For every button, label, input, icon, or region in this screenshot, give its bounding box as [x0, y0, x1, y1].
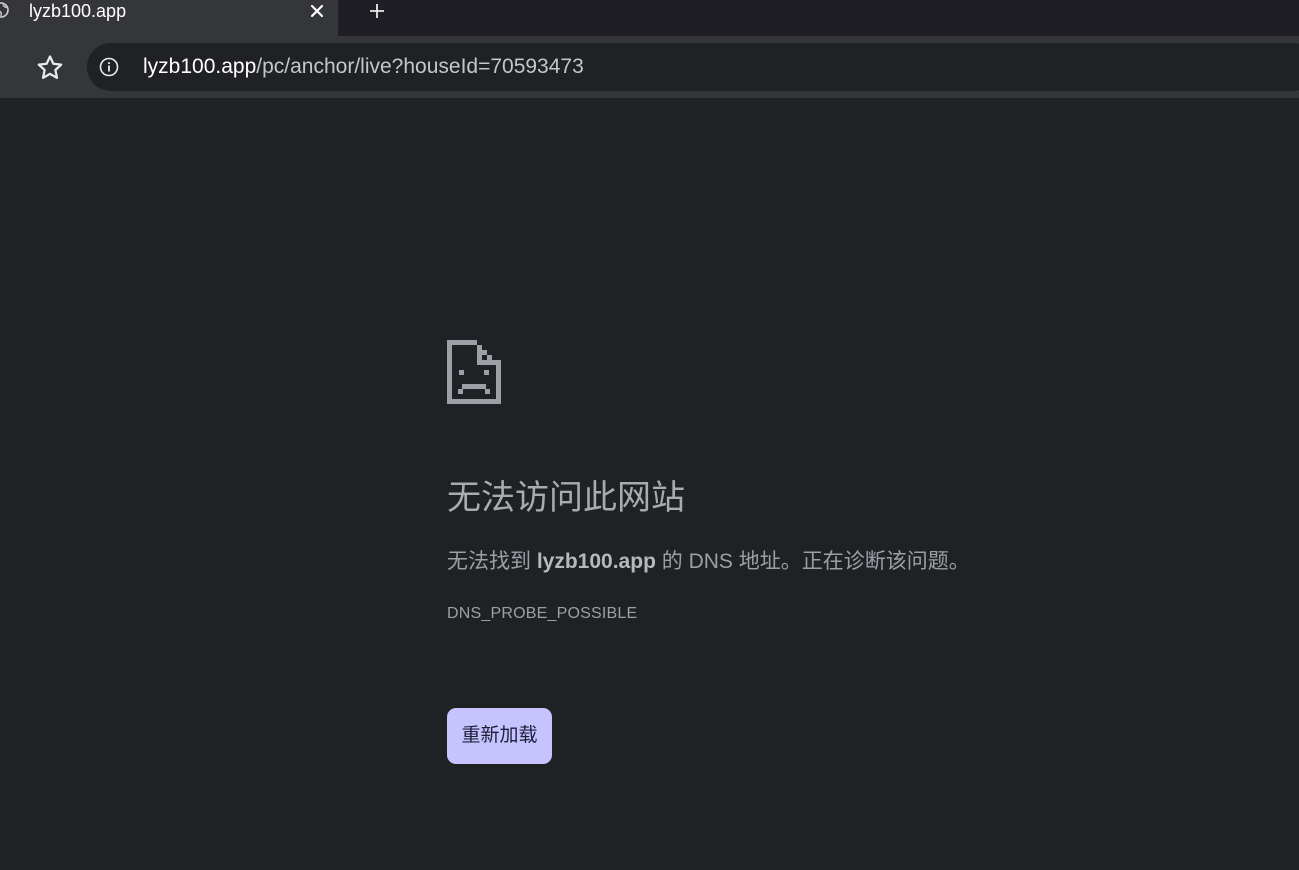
error-desc-suffix: 的 DNS 地址。正在诊断该问题。 [655, 550, 970, 573]
sad-page-icon [447, 340, 501, 404]
active-tab[interactable]: lyzb100.app [0, 0, 338, 36]
reload-button[interactable]: 重新加载 [447, 708, 552, 764]
url-path: /pc/anchor/live?houseId=70593473 [256, 55, 584, 78]
url-host: lyzb100.app [143, 55, 257, 78]
tab-close-icon[interactable] [306, 0, 328, 22]
globe-icon [0, 2, 9, 18]
error-code: DNS_PROBE_POSSIBLE [447, 605, 638, 622]
toolbar: lyzb100.app/pc/anchor/live?houseId=70593… [0, 36, 1299, 98]
site-info-icon[interactable] [97, 55, 121, 79]
error-desc-host: lyzb100.app [536, 550, 656, 573]
tab-strip: lyzb100.app [0, 0, 1299, 36]
error-desc-prefix: 无法找到 [447, 550, 537, 573]
error-title: 无法访问此网站 [447, 479, 685, 517]
new-tab-plus-icon[interactable] [364, 0, 390, 22]
address-bar[interactable]: lyzb100.app/pc/anchor/live?houseId=70593… [87, 43, 1299, 91]
error-page: 无法访问此网站 无法找到 lyzb100.app 的 DNS 地址。正在诊断该问… [0, 98, 1299, 870]
tab-title: lyzb100.app [29, 1, 127, 21]
bookmark-star-icon[interactable] [30, 50, 70, 86]
error-description: 无法找到 lyzb100.app 的 DNS 地址。正在诊断该问题。 [447, 548, 970, 576]
url-text: lyzb100.app/pc/anchor/live?houseId=70593… [143, 53, 584, 81]
